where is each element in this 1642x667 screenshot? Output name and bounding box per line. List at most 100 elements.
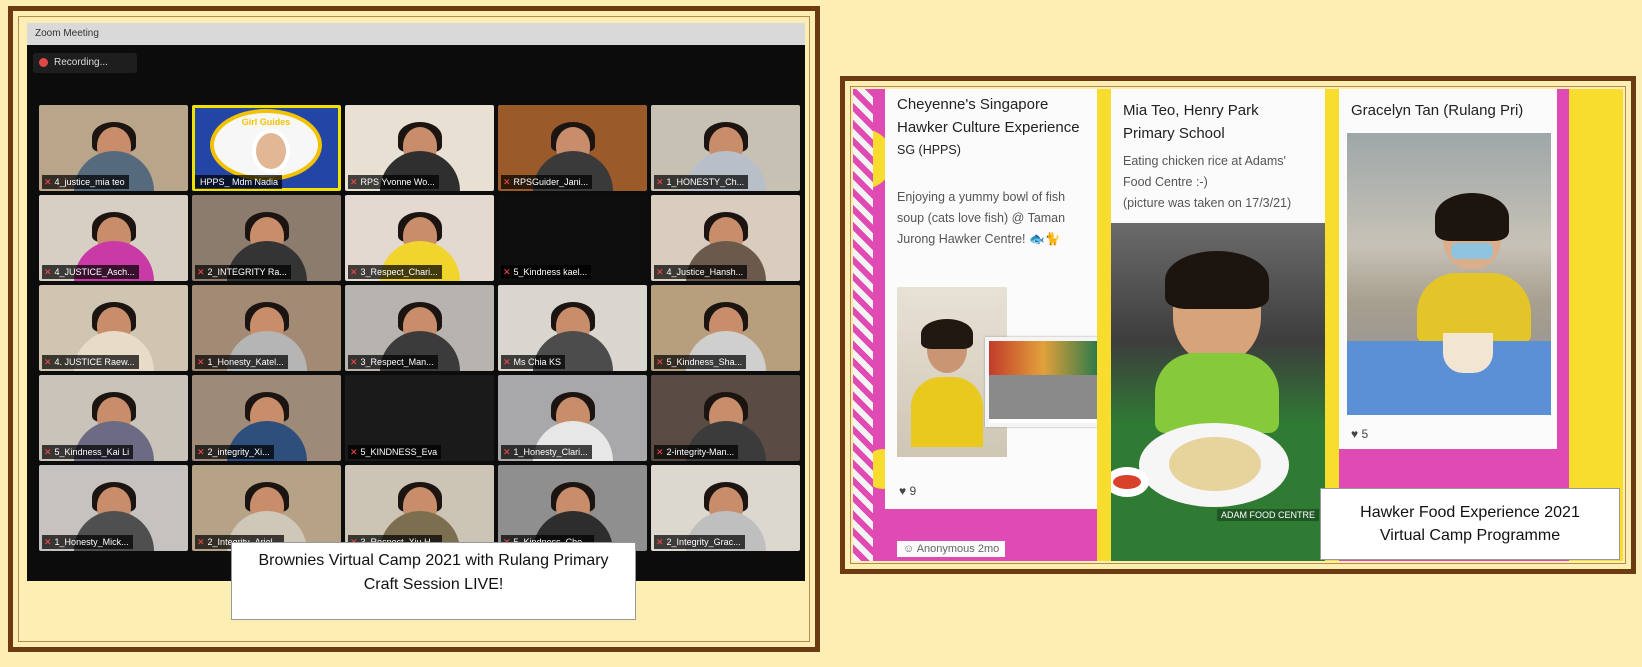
participant-name: ✕ 1_Honesty_Clari... <box>501 445 592 459</box>
caption-left-line2: Craft Session LIVE! <box>363 576 504 593</box>
padlet-card-cheyenne[interactable]: Cheyenne's Singapore Hawker Culture Expe… <box>885 89 1101 509</box>
participant-tile[interactable]: ✕ 5_Kindness_Sha... <box>651 285 800 371</box>
participant-name: ✕ 5_KINDNESS_Eva <box>348 445 442 459</box>
participant-tile[interactable]: ✕ 2_INTEGRITY Ra... <box>192 195 341 281</box>
participant-name-text: 4_JUSTICE_Asch... <box>54 267 135 277</box>
participant-name: ✕ RPSGuider_Jani... <box>501 175 593 189</box>
muted-mic-icon: ✕ <box>197 537 205 547</box>
card-text: Enjoying a yummy bowl of fish <box>897 190 1066 204</box>
photo-hawker-stall[interactable] <box>985 337 1101 427</box>
photo-gracelyn[interactable] <box>1347 133 1551 415</box>
card-text: soup (cats love fish) @ Taman <box>897 211 1066 225</box>
participant-tile[interactable]: ✕ 2_integrity_Xi... <box>192 375 341 461</box>
stall-sign <box>989 341 1097 375</box>
participant-name-text: 4_justice_mia teo <box>54 177 125 187</box>
muted-mic-icon: ✕ <box>44 177 52 187</box>
sign-text: ADAM FOOD CENTRE <box>1216 509 1319 521</box>
like-heart-icon[interactable]: ♥ 9 <box>899 484 916 498</box>
muted-mic-icon: ✕ <box>656 177 664 187</box>
padlet-card-mia[interactable]: Mia Teo, Henry Park Primary School Eatin… <box>1111 89 1325 561</box>
card-text: (picture was taken on 17/3/21) <box>1123 196 1292 210</box>
person-hair <box>1435 193 1509 241</box>
participant-name-text: HPPS_ Mdm Nadia <box>200 177 279 187</box>
recording-indicator[interactable]: Recording... <box>33 53 137 73</box>
muted-mic-icon: ✕ <box>44 447 52 457</box>
muted-mic-icon: ✕ <box>197 447 205 457</box>
participant-tile[interactable]: ✕5_Kindness_Che... <box>498 465 647 551</box>
participant-tile[interactable]: ✕ 1_Honesty_Mick... <box>39 465 188 551</box>
muted-mic-icon: ✕ <box>503 447 511 457</box>
participant-tile[interactable]: ✕ 3_Respect_Man... <box>345 285 494 371</box>
participant-tile[interactable]: ✕ 1_HONESTY_Ch... <box>651 105 800 191</box>
muted-mic-icon: ✕ <box>656 447 664 457</box>
participant-tile[interactable]: ✕ RPSGuider_Jani... <box>498 105 647 191</box>
participant-name: ✕ 2_INTEGRITY Ra... <box>195 265 291 279</box>
board-edge-pattern <box>853 89 873 561</box>
girl-guides-logo: Girl Guides <box>210 109 322 181</box>
participant-name-text: 2_INTEGRITY Ra... <box>207 267 287 277</box>
soup-bowl <box>1443 333 1493 373</box>
participant-name: ✕ 5_Kindness kael... <box>501 265 592 279</box>
participant-tile[interactable]: ✕ RPS Yvonne Wo... <box>345 105 494 191</box>
participant-name-text: 5_Kindness_Sha... <box>666 357 743 367</box>
participant-tile[interactable]: ✕ 4_Justice_Hansh... <box>651 195 800 281</box>
participant-name-text: 5_Kindness kael... <box>513 267 588 277</box>
participant-name-text: Ms Chia KS <box>513 357 562 367</box>
muted-mic-icon: ✕ <box>503 177 511 187</box>
caption-right: Hawker Food Experience 2021 Virtual Camp… <box>1320 488 1620 560</box>
like-count: 5 <box>1361 427 1369 441</box>
participant-name-text: 2_Integrity_Grac... <box>666 537 741 547</box>
caption-right-line2: Virtual Camp Programme <box>1379 527 1561 544</box>
participant-name-text: RPSGuider_Jani... <box>513 177 589 187</box>
participant-name-text: 1_Honesty_Mick... <box>54 537 129 547</box>
participant-tile[interactable]: ✕3_Respect_Xiu H... <box>345 465 494 551</box>
participant-tile[interactable]: Girl Guides HPPS_ Mdm Nadia <box>192 105 341 191</box>
participant-name-text: 2_integrity_Xi... <box>207 447 270 457</box>
face-mask <box>1451 243 1493 259</box>
person-hair <box>1165 251 1269 309</box>
participant-name-text: 1_HONESTY_Ch... <box>666 177 745 187</box>
participant-tile[interactable]: ✕ 4_JUSTICE_Asch... <box>39 195 188 281</box>
padlet-card-gracelyn[interactable]: Gracelyn Tan (Rulang Pri) ♥ 5 <box>1339 89 1557 449</box>
participant-tile[interactable]: ✕2_Integrity_Ariel... <box>192 465 341 551</box>
person-shirt <box>911 377 983 447</box>
muted-mic-icon: ✕ <box>350 267 358 277</box>
participant-tile[interactable]: ✕ 3_Respect_Chari... <box>345 195 494 281</box>
person-face <box>252 129 290 173</box>
card-title: Hawker Culture Experience <box>897 119 1080 136</box>
card-text: Jurong Hawker Centre! 🐟🐈 <box>897 232 1061 246</box>
muted-mic-icon: ✕ <box>197 267 205 277</box>
participant-tile[interactable]: ✕ 4. JUSTICE Raew... <box>39 285 188 371</box>
participant-tile[interactable]: ✕ Ms Chia KS <box>498 285 647 371</box>
participant-tile[interactable]: ✕ 5_Kindness_Kai Li <box>39 375 188 461</box>
muted-mic-icon: ✕ <box>656 267 664 277</box>
participant-name-text: 1_Honesty_Clari... <box>513 447 588 457</box>
participant-tile[interactable]: ✕ 1_Honesty_Clari... <box>498 375 647 461</box>
anonymous-author: ☺ Anonymous 2mo <box>897 541 1006 557</box>
participant-tile[interactable]: ✕ 5_Kindness kael... <box>498 195 647 281</box>
muted-mic-icon: ✕ <box>44 357 52 367</box>
board-column-gap <box>1097 89 1111 561</box>
participant-name: HPPS_ Mdm Nadia <box>195 175 283 189</box>
card-title: Gracelyn Tan (Rulang Pri) <box>1351 102 1524 119</box>
window-title: Zoom Meeting <box>27 23 805 45</box>
anonymous-time: 2mo <box>977 543 1000 555</box>
participant-tile[interactable]: ✕ 5_KINDNESS_Eva <box>345 375 494 461</box>
participant-name: ✕ 4_Justice_Hansh... <box>654 265 748 279</box>
caption-left: Brownies Virtual Camp 2021 with Rulang P… <box>231 542 636 620</box>
person-shirt <box>1155 353 1279 433</box>
card-text: Food Centre :-) <box>1123 175 1208 189</box>
muted-mic-icon: ✕ <box>503 267 511 277</box>
logo-text: Girl Guides <box>241 117 291 127</box>
zoom-meeting-window: Zoom Meeting Recording... ✕ 4_justice_mia… <box>27 23 805 581</box>
participant-tile[interactable]: ✕ 2_Integrity_Grac... <box>651 465 800 551</box>
participant-tile[interactable]: ✕ 4_justice_mia teo <box>39 105 188 191</box>
participant-name: ✕ 2_Integrity_Grac... <box>654 535 745 549</box>
participant-tile[interactable]: ✕ 2-integrity-Man... <box>651 375 800 461</box>
participant-tile[interactable]: ✕ 1_Honesty_Katel... <box>192 285 341 371</box>
muted-mic-icon: ✕ <box>656 537 664 547</box>
recording-label: Recording... <box>54 57 108 68</box>
anonymous-label: Anonymous <box>916 543 975 555</box>
photo-mia-chicken-rice[interactable]: ADAM FOOD CENTRE <box>1111 223 1325 561</box>
like-heart-icon[interactable]: ♥ 5 <box>1351 427 1368 441</box>
